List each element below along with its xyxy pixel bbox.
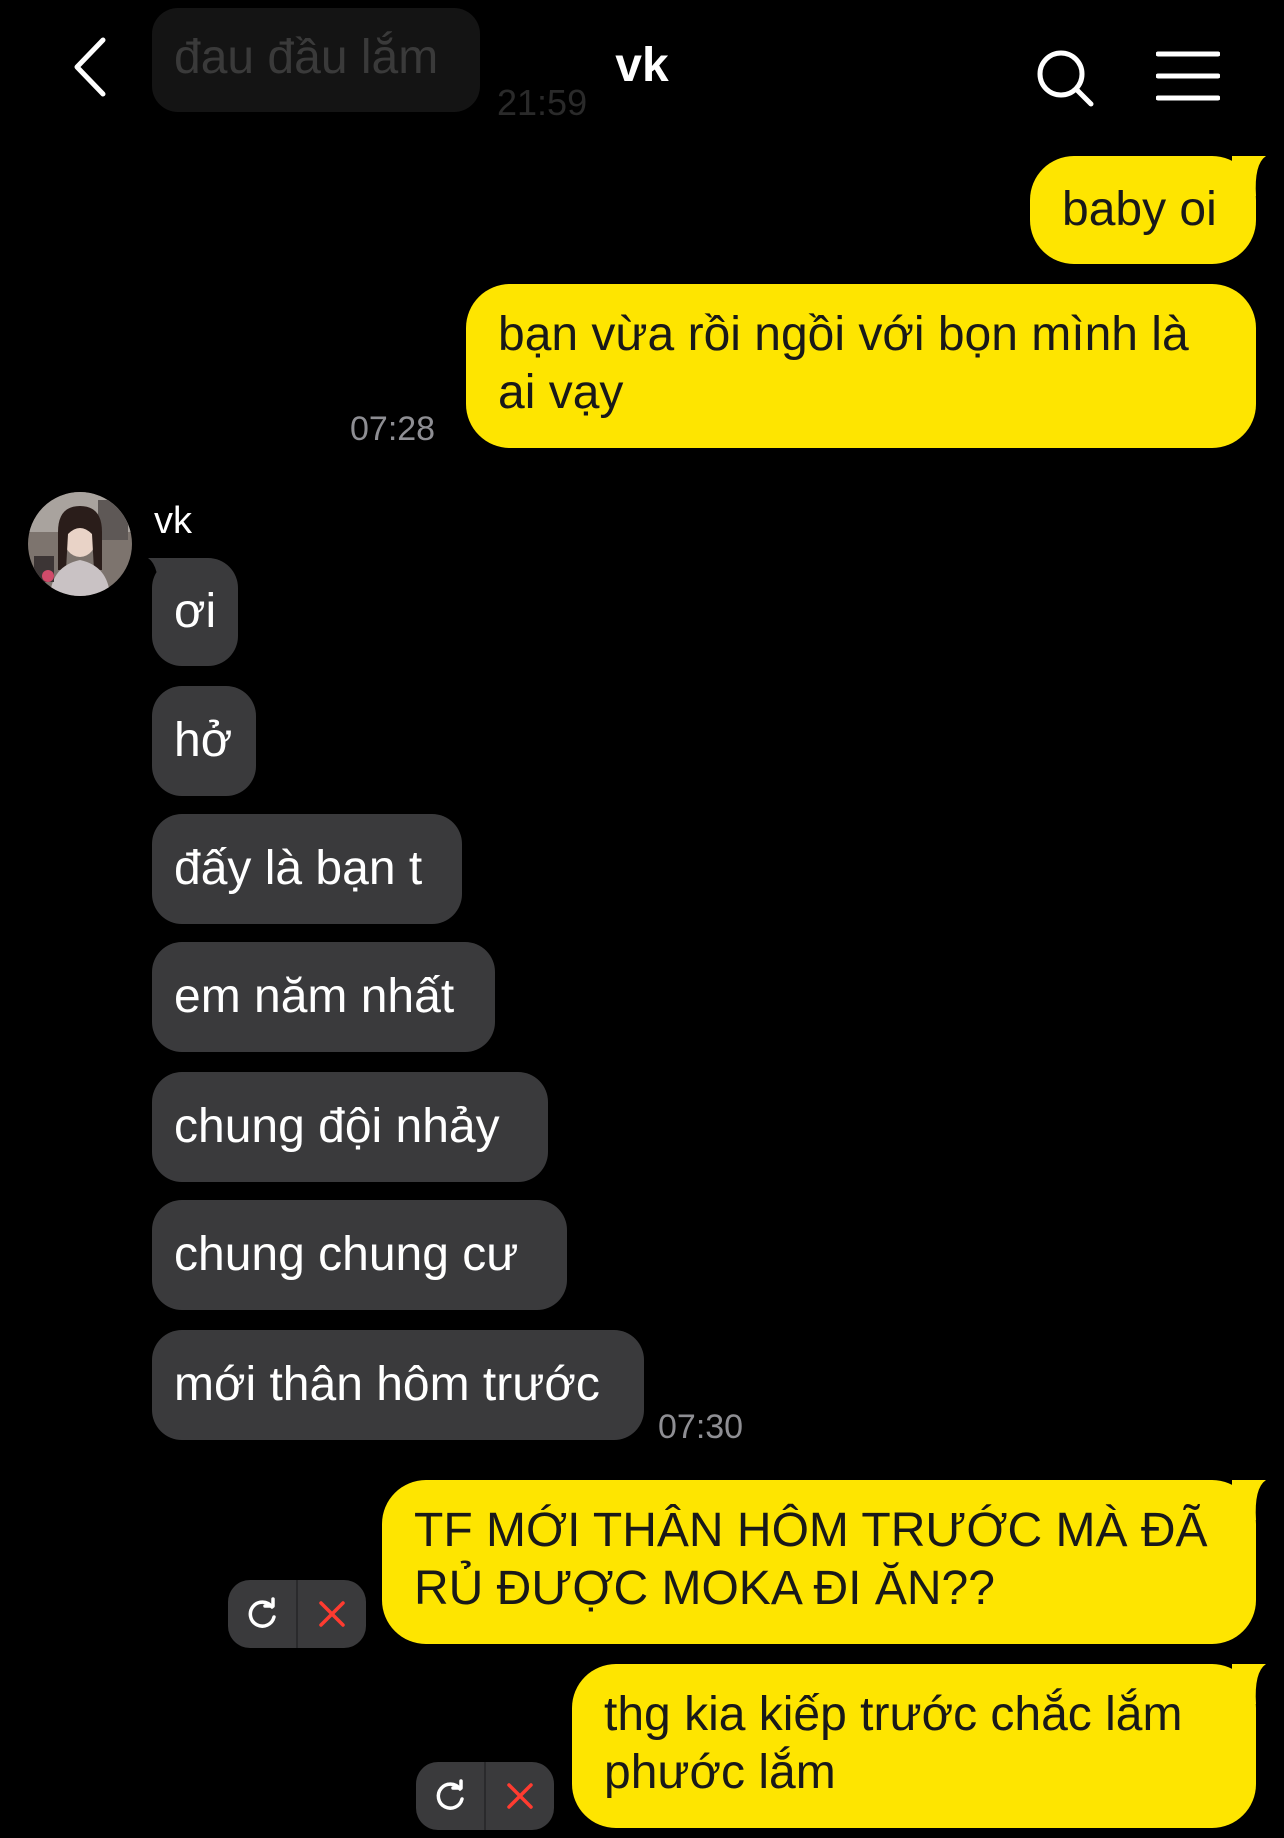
retry-icon: [436, 1779, 464, 1810]
my-message-bubble[interactable]: bạn vừa rồi ngồi với bọn mình là ai vạy: [466, 284, 1256, 448]
failed-message-actions: [416, 1762, 554, 1830]
their-message-bubble[interactable]: hở: [152, 686, 256, 796]
their-message-bubble[interactable]: chung chung cư: [152, 1200, 567, 1310]
retry-button[interactable]: [228, 1580, 296, 1648]
bubble-tail: [1232, 1664, 1266, 1704]
retry-button[interactable]: [416, 1762, 484, 1830]
menu-button[interactable]: [1155, 50, 1221, 102]
my-message-bubble[interactable]: baby oi: [1030, 156, 1256, 264]
their-message-bubble[interactable]: chung đội nhảy: [152, 1072, 548, 1182]
bubble-tail: [1232, 156, 1266, 196]
message-text-line: bạn vừa rồi ngồi với bọn mình là: [498, 308, 1189, 361]
message-text-line: TF MỚI THÂN HÔM TRƯỚC MÀ ĐÃ: [414, 1504, 1208, 1557]
retry-icon: [248, 1597, 276, 1628]
message-text-line: thg kia kiếp trước chắc lắm: [604, 1688, 1183, 1741]
their-message-bubble[interactable]: mới thân hôm trước: [152, 1330, 644, 1440]
close-icon: [507, 1783, 533, 1809]
delete-button[interactable]: [484, 1762, 554, 1830]
message-text: đấy là bạn t: [174, 842, 423, 895]
message-text-line: ai vạy: [498, 366, 624, 419]
bubble-tail: [1232, 1480, 1266, 1520]
search-button[interactable]: [1033, 46, 1097, 110]
their-message-bubble[interactable]: ơi: [152, 558, 238, 666]
search-icon: [1037, 50, 1094, 107]
hamburger-menu-icon: [1155, 51, 1221, 101]
their-message-bubble[interactable]: đấy là bạn t: [152, 814, 462, 924]
message-text: baby oi: [1062, 183, 1217, 236]
message-text: hở: [174, 714, 233, 767]
message-text: ơi: [174, 585, 217, 638]
close-icon: [319, 1601, 345, 1627]
avatar-photo: [28, 492, 132, 596]
message-time: 07:30: [658, 1408, 744, 1446]
message-text-line: phước lắm: [604, 1746, 836, 1799]
message-time: 07:28: [350, 410, 436, 448]
my-message-bubble[interactable]: TF MỚI THÂN HÔM TRƯỚC MÀ ĐÃ RỦ ĐƯỢC MOKA…: [382, 1480, 1256, 1644]
sender-name: vk: [154, 500, 192, 542]
message-text: chung chung cư: [174, 1228, 519, 1281]
avatar[interactable]: [28, 492, 132, 596]
message-text: mới thân hôm trước: [174, 1358, 600, 1411]
message-text-line: RỦ ĐƯỢC MOKA ĐI ĂN??: [414, 1562, 995, 1615]
delete-button[interactable]: [296, 1580, 366, 1648]
my-message-bubble[interactable]: thg kia kiếp trước chắc lắm phước lắm: [572, 1664, 1256, 1828]
message-text: em năm nhất: [174, 970, 455, 1023]
failed-message-actions: [228, 1580, 366, 1648]
message-text: chung đội nhảy: [174, 1100, 500, 1153]
their-message-bubble[interactable]: em năm nhất: [152, 942, 495, 1052]
